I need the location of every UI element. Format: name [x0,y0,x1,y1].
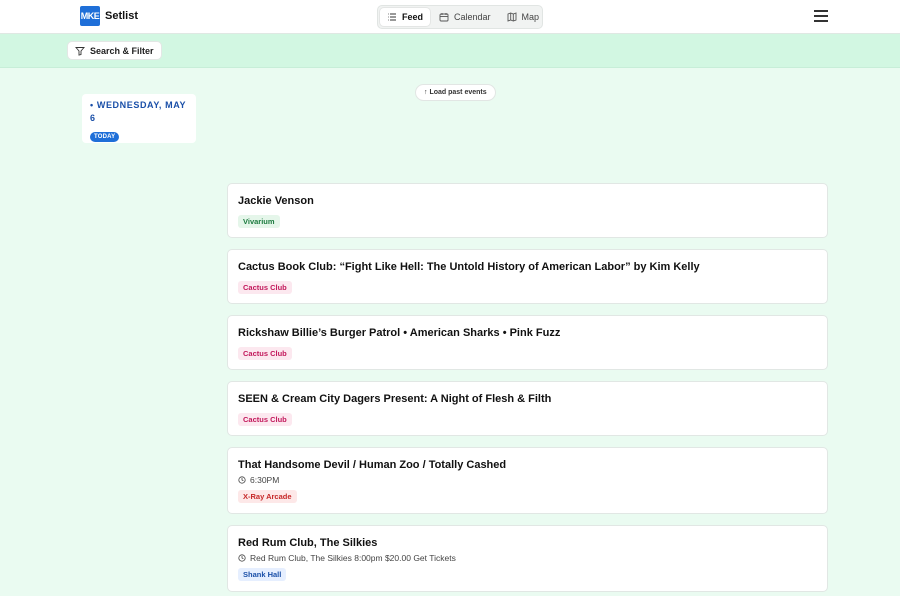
tab-feed[interactable]: Feed [380,8,431,26]
venue-tag[interactable]: X-Ray Arcade [238,490,297,503]
tab-map-label: Map [521,12,540,22]
filter-icon [75,46,85,56]
tab-map[interactable]: Map [500,8,547,26]
date-heading: • WEDNESDAY, MAY 6 [90,100,186,123]
event-time: 6:30PM [238,475,817,485]
event-title: Rickshaw Billie’s Burger Patrol • Americ… [238,327,561,339]
clock-icon [238,554,246,562]
event-details: Red Rum Club, The Silkies 8:00pm $20.00 … [238,553,817,563]
event-time-text: 6:30PM [250,475,280,485]
tab-calendar[interactable]: Calendar [432,8,498,26]
event-card[interactable]: Red Rum Club, The Silkies Red Rum Club, … [227,525,828,592]
event-title: SEEN & Cream City Dagers Present: A Nigh… [238,393,552,405]
event-title: Jackie Venson [238,195,314,207]
event-card[interactable]: That Handsome Devil / Human Zoo / Totall… [227,447,828,514]
venue-tag[interactable]: Cactus Club [238,413,292,426]
list-icon [388,13,396,21]
clock-icon [238,476,246,484]
event-card[interactable]: Jackie Venson Vivarium [227,183,828,238]
app-name: Setlist [105,10,139,22]
search-filter-button[interactable]: Search & Filter [67,41,162,60]
event-card[interactable]: SEEN & Cream City Dagers Present: A Nigh… [227,381,828,436]
map-icon [507,12,516,22]
event-card[interactable]: Rickshaw Billie’s Burger Patrol • Americ… [227,315,828,370]
event-title: Cactus Book Club: “Fight Like Hell: The … [238,261,700,273]
tab-feed-label: Feed [402,12,424,22]
venue-tag[interactable]: Cactus Club [238,281,292,294]
tab-calendar-label: Calendar [454,12,491,22]
date-card: • WEDNESDAY, MAY 6 TODAY [82,94,196,143]
logo-badge: MKE [80,6,100,26]
hamburger-menu-icon[interactable] [814,10,828,22]
venue-tag[interactable]: Cactus Club [238,347,292,360]
top-bar: MKE Setlist Feed Calendar Map [0,0,900,34]
event-details-text: Red Rum Club, The Silkies 8:00pm $20.00 … [250,553,456,563]
logo[interactable]: MKE Setlist [80,6,138,26]
search-filter-label: Search & Filter [90,45,154,56]
filter-bar: Search & Filter [0,34,900,68]
view-switch: Feed Calendar Map [377,5,543,29]
today-badge: TODAY [90,132,120,142]
event-title: That Handsome Devil / Human Zoo / Totall… [238,459,507,471]
load-past-events-button[interactable]: ↑ Load past events [415,84,496,101]
event-title: Red Rum Club, The Silkies [238,537,378,549]
event-card[interactable]: Cactus Book Club: “Fight Like Hell: The … [227,249,828,304]
venue-tag[interactable]: Shank Hall [238,568,287,581]
calendar-icon [439,13,449,22]
venue-tag[interactable]: Vivarium [238,215,280,228]
